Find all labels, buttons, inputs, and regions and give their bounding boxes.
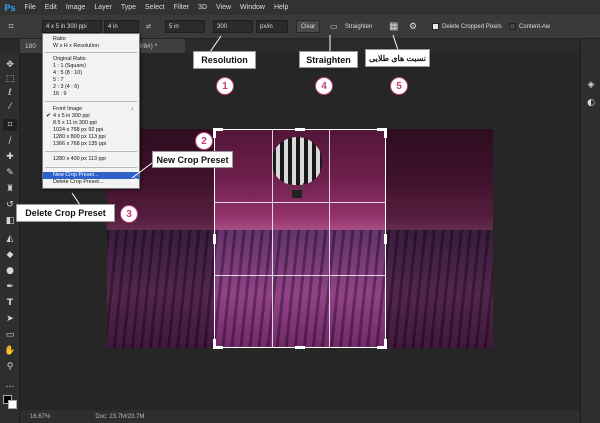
connector-new-preset — [131, 162, 153, 179]
step-number-1: 1 — [216, 77, 234, 95]
cursor-icon — [130, 178, 137, 184]
step-number-2: 2 — [195, 132, 213, 150]
step-number-4: 4 — [315, 77, 333, 95]
callout-straighten: Straighten — [299, 51, 358, 68]
connector-resolution — [209, 35, 222, 53]
callout-resolution: Resolution — [193, 51, 256, 69]
callout-new-preset: New Crop Preset — [152, 151, 233, 168]
step-number-3: 3 — [120, 205, 138, 223]
step-number-5: 5 — [390, 77, 408, 95]
callout-delete-preset: Delete Crop Preset — [16, 204, 115, 222]
callout-golden-ratio: نسبت های طلایی — [365, 49, 430, 67]
connector-golden — [392, 34, 399, 51]
